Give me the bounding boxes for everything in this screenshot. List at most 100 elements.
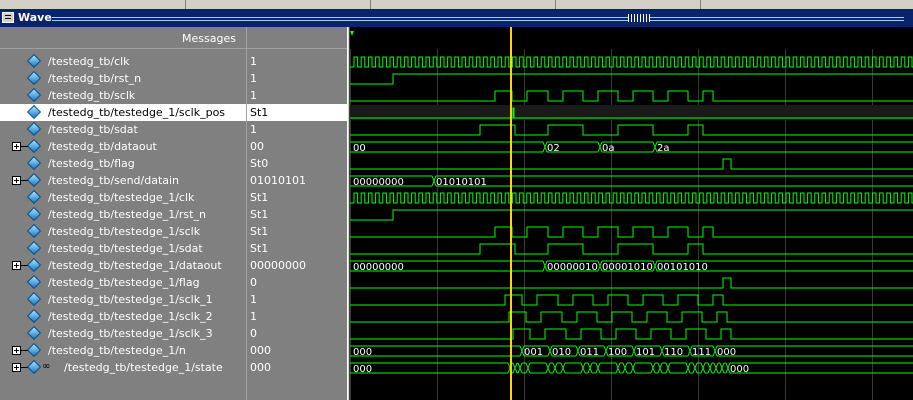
signal-names-pane: Messages /testedg_tb/clk/testedg_tb/rst_… [0,27,246,400]
signal-value-cell[interactable]: St0 [247,155,347,172]
bus-value-label: 011 [580,347,599,358]
bus-transition [622,362,628,374]
titlebar-grip[interactable] [52,15,904,21]
signal-diamond-icon [26,359,42,375]
expand-icon[interactable] [12,176,21,185]
signal-diamond-icon [26,206,42,222]
bus-transition [587,362,593,374]
signal-value-cell[interactable]: 1 [247,308,347,325]
bus-transition [560,362,566,374]
signal-value: 0 [250,327,257,340]
signal-name: /testedg_tb/dataout [48,140,157,153]
signal-value-cell[interactable]: 0 [247,325,347,342]
signal-row[interactable]: /testedg_tb/testedge_1/flag [0,274,246,291]
signal-row[interactable]: /testedg_tb/testedge_1/sclk_1 [0,291,246,308]
signal-value: St1 [250,242,269,255]
bus-value-label: 02 [547,143,560,154]
expand-icon[interactable] [12,363,21,372]
bus-value-label: 00 [353,143,366,154]
signal-row[interactable]: /testedg_tb/sclk [0,87,246,104]
bus-transition [650,362,656,374]
signal-value-cell[interactable]: 01010101 [247,172,347,189]
bus-segment [627,362,631,374]
signal-trace [350,209,913,221]
signal-row[interactable]: /testedg_tb/dataout [0,138,246,155]
signal-value: 000 [250,344,271,357]
signal-diamond-icon [26,172,42,188]
bus-segment [730,362,913,374]
bus-value-label: 000 [353,364,372,375]
bus-segment [724,362,726,374]
signal-row[interactable]: /testedg_tb/testedge_1/rst_n [0,206,246,223]
bus-segment [530,362,546,374]
signal-trace [350,124,913,136]
bus-segment [585,362,588,374]
signal-diamond-icon [26,342,42,358]
signal-name: /testedg_tb/testedge_1/sclk_3 [48,327,213,340]
signal-row[interactable]: /testedg_tb/clk [0,53,246,70]
signal-diamond-icon [26,308,42,324]
signal-row[interactable]: /testedg_tb/testedge_1/n [0,342,246,359]
bus-value-label: 001 [524,347,543,358]
signal-row[interactable]: /testedg_tb/testedge_1/sclk_3 [0,325,246,342]
bus-transition [713,362,719,374]
bus-value-label: 101 [636,347,655,358]
waveform-canvas[interactable]: 00 02 0a 2a00000000 0101010100000000 00000010… [350,27,913,400]
bus-segment [690,362,693,374]
signal-value-cell[interactable]: 1 [247,53,347,70]
signal-row[interactable]: /testedg_tb/testedge_1/sclk_2 [0,308,246,325]
signal-row[interactable]: /testedg_tb/testedge_1/dataout [0,257,246,274]
expand-icon[interactable] [12,142,21,151]
signal-value: St1 [250,106,269,119]
signal-value-cell[interactable]: 00 [247,138,347,155]
signal-name: /testedg_tb/sclk [48,89,136,102]
signal-value-cell[interactable]: 1 [247,70,347,87]
signal-row[interactable]: ∞ /testedg_tb/testedge_1/state [0,359,246,376]
signal-name: /testedg_tb/testedge_1/rst_n [48,208,206,221]
signal-diamond-icon [26,70,42,86]
signal-value-cell[interactable]: St1 [247,104,347,121]
signal-value-cell[interactable]: 00000000 [247,257,347,274]
titlebar-grip-knob[interactable] [628,14,650,22]
signal-value-cell[interactable]: 1 [247,291,347,308]
signal-value-cell[interactable]: 0 [247,274,347,291]
signal-value-cell[interactable]: St1 [247,240,347,257]
signal-value-cell[interactable]: 000 [247,342,347,359]
signal-name: /testedg_tb/testedge_1/dataout [48,259,222,272]
signal-diamond-icon [26,53,42,69]
window-icon[interactable] [2,12,14,23]
bus-segment [635,362,651,374]
wave-window-titlebar[interactable]: Wave [0,9,913,27]
signal-diamond-icon [26,223,42,239]
signal-row[interactable]: /testedg_tb/sdat [0,121,246,138]
bus-transition [685,362,691,374]
bus-transition [517,362,523,374]
signal-value-cell[interactable]: St1 [247,189,347,206]
signal-row[interactable]: /testedg_tb/testedge_1/clk [0,189,246,206]
signal-value: 1 [250,310,257,323]
signal-row[interactable]: /testedg_tb/testedge_1/sclk [0,223,246,240]
signal-name: /testedg_tb/rst_n [48,72,142,85]
bus-value-label: 111 [692,347,711,358]
state-link-icon: ∞ [42,361,51,372]
signal-row[interactable]: /testedg_tb/flag [0,155,246,172]
signal-row[interactable]: /testedg_tb/send/datain [0,172,246,189]
signal-name: /testedg_tb/testedge_1/sdat [48,242,203,255]
signal-row[interactable]: /testedg_tb/testedge_1/sclk_pos [0,104,246,121]
signal-row[interactable]: /testedg_tb/testedge_1/sdat [0,240,246,257]
bus-transition [657,362,663,374]
expand-icon[interactable] [12,346,21,355]
bus-value-label: 000 [730,364,749,375]
signal-row[interactable]: /testedg_tb/rst_n [0,70,246,87]
bus-segment [655,362,658,374]
signal-value-cell[interactable]: 1 [247,87,347,104]
signal-diamond-icon [26,274,42,290]
signal-name: /testedg_tb/testedge_1/flag [48,276,200,289]
expand-icon[interactable] [12,261,21,270]
bus-transition [512,362,518,374]
signal-value-cell[interactable]: 1 [247,121,347,138]
bus-transition [525,362,531,374]
signal-value-cell[interactable]: 000 [247,359,347,376]
signal-value-cell[interactable]: St1 [247,223,347,240]
signal-value-cell[interactable]: St1 [247,206,347,223]
